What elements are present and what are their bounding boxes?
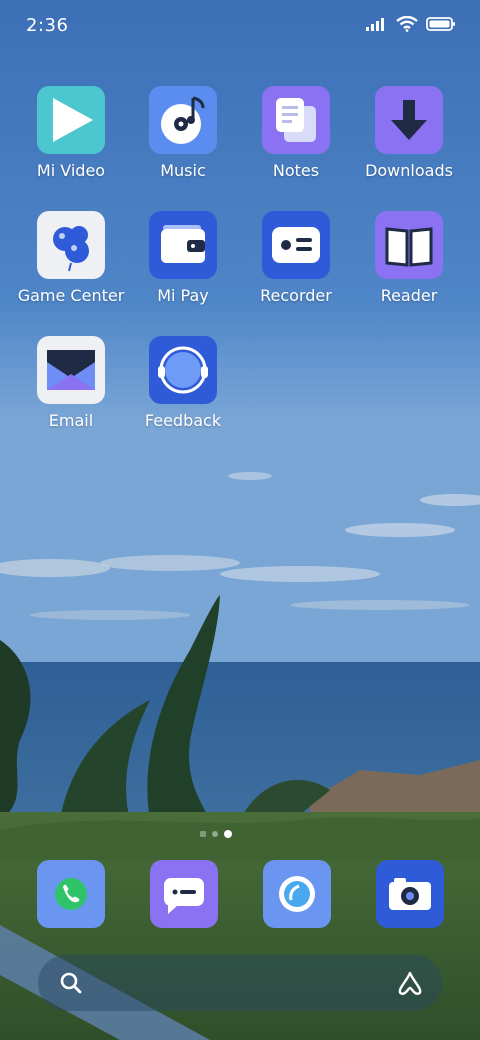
dock-messages[interactable] xyxy=(150,860,218,928)
status-bar: 2:36 xyxy=(0,0,480,52)
phone-icon xyxy=(55,878,87,910)
wallet-icon xyxy=(161,225,205,263)
search-icon[interactable] xyxy=(60,972,82,994)
app-mi-pay[interactable]: Mi Pay xyxy=(128,211,238,305)
app-email[interactable]: Email xyxy=(16,336,126,430)
app-label: Mi Video xyxy=(36,161,106,180)
status-time: 2:36 xyxy=(26,15,69,36)
music-disc-icon xyxy=(161,96,205,144)
envelope-icon xyxy=(47,350,95,390)
assistant-icon[interactable] xyxy=(396,970,424,996)
dock-browser[interactable] xyxy=(263,860,331,928)
app-label: Recorder xyxy=(260,286,332,305)
browser-icon xyxy=(279,876,315,912)
notes-icon xyxy=(276,98,316,142)
app-label: Game Center xyxy=(17,286,125,305)
page-dot xyxy=(212,831,218,837)
app-reader[interactable]: Reader xyxy=(354,211,464,305)
battery-icon xyxy=(426,17,455,31)
recorder-icon xyxy=(272,227,320,263)
dock-camera[interactable] xyxy=(376,860,444,928)
app-music[interactable]: Music xyxy=(128,86,238,180)
dock-phone[interactable] xyxy=(37,860,105,928)
app-label: Reader xyxy=(380,286,438,305)
page-dot-current xyxy=(224,830,232,838)
signal-icon xyxy=(366,18,384,31)
app-game-center[interactable]: Game Center xyxy=(16,211,126,305)
app-label: Feedback xyxy=(144,411,222,430)
app-notes[interactable]: Notes xyxy=(241,86,351,180)
app-downloads[interactable]: Downloads xyxy=(354,86,464,180)
app-label: Mi Pay xyxy=(157,286,209,305)
download-arrow-icon xyxy=(391,100,427,140)
page-indicator xyxy=(200,830,232,838)
app-label: Downloads xyxy=(365,161,453,180)
search-bar[interactable] xyxy=(38,955,442,1011)
app-label: Music xyxy=(160,161,206,180)
app-label: Notes xyxy=(272,161,320,180)
page-dot xyxy=(200,831,206,837)
play-icon xyxy=(53,98,93,142)
app-feedback[interactable]: Feedback xyxy=(128,336,238,430)
book-icon xyxy=(385,227,433,267)
app-label: Email xyxy=(48,411,94,430)
app-mi-video[interactable]: Mi Video xyxy=(16,86,126,180)
headset-icon xyxy=(158,346,208,394)
camera-icon xyxy=(389,878,431,910)
message-icon xyxy=(164,878,204,914)
app-recorder[interactable]: Recorder xyxy=(241,211,351,305)
wifi-icon xyxy=(396,16,418,32)
balloons-icon xyxy=(53,226,89,272)
